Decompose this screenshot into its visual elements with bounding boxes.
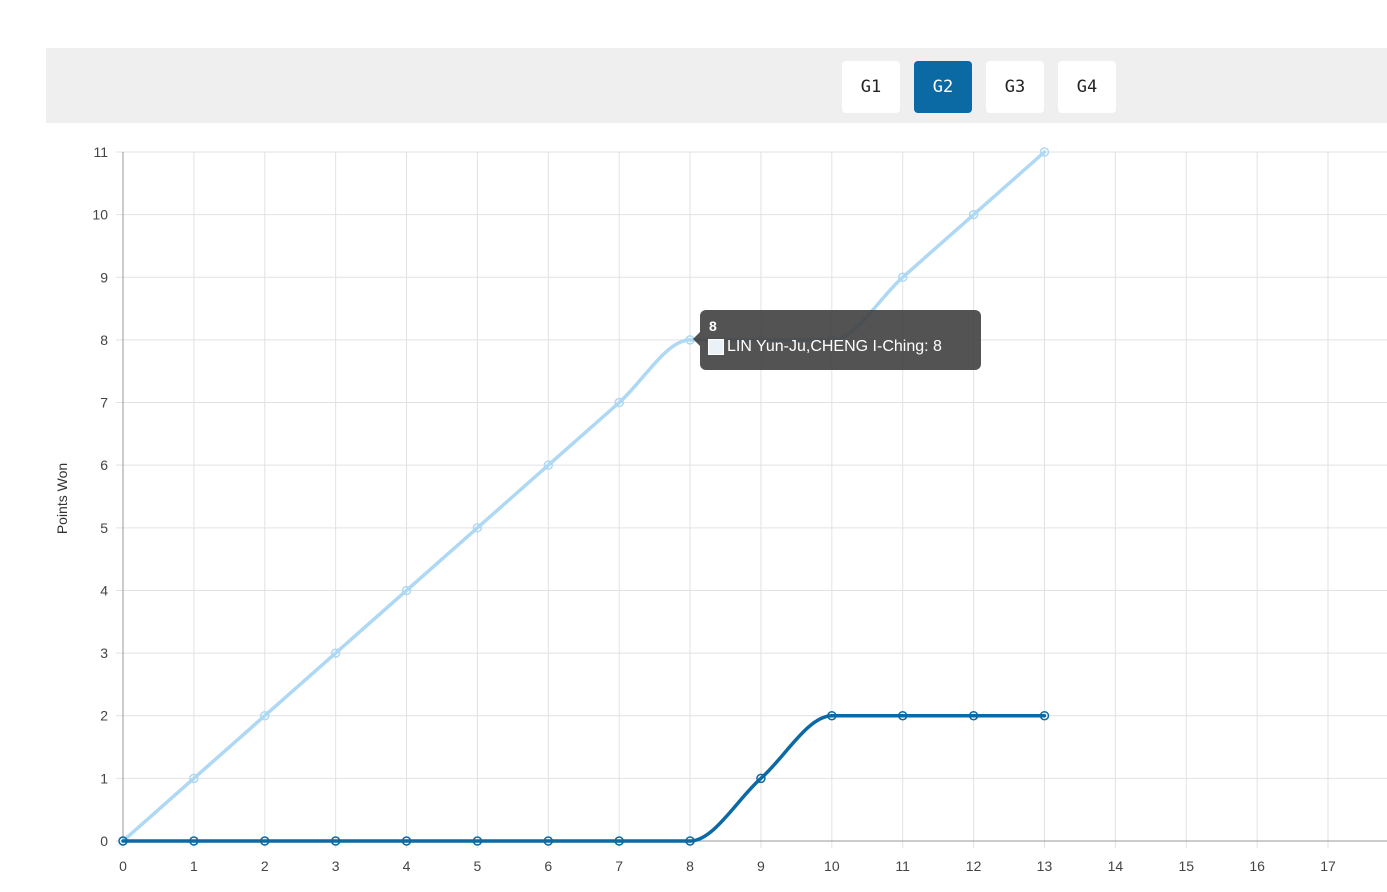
x-tick-label: 8 [686,858,694,874]
y-tick-label: 2 [100,708,108,724]
x-tick-label: 16 [1249,858,1265,874]
y-tick-label: 1 [100,770,108,786]
series-line-1 [121,150,1047,843]
y-tick-label: 7 [100,395,108,411]
y-tick-label: 5 [100,520,108,536]
tooltip-title: 8 [709,318,717,334]
y-axis-label: Points Won [54,463,70,534]
x-tick-label: 4 [403,858,411,874]
x-tick-label: 1 [190,858,198,874]
y-tick-label: 9 [100,269,108,285]
x-tick-label: 9 [757,858,765,874]
y-tick-label: 0 [100,833,108,849]
x-tick-label: 5 [474,858,482,874]
chart-tooltip: 8 LIN Yun-Ju,CHENG I-Ching: 8 [693,310,981,370]
tooltip-row: LIN Yun-Ju,CHENG I-Ching: 8 [708,337,972,357]
x-tick-label: 3 [332,858,340,874]
x-tick-label: 2 [261,858,269,874]
y-tick-label: 11 [93,144,108,160]
y-tick-label: 4 [100,582,108,598]
tooltip-label: LIN Yun-Ju,CHENG I-Ching: 8 [727,338,942,355]
x-tick-label: 13 [1037,858,1053,874]
x-tick-label: 14 [1108,858,1124,874]
x-tick-label: 15 [1178,858,1194,874]
x-tick-label: 0 [119,858,127,874]
y-tick-label: 6 [100,457,108,473]
y-tick-label: 10 [92,207,108,223]
y-tick-label: 8 [100,332,108,348]
x-tick-label: 17 [1320,858,1336,874]
x-tick-label: 6 [544,858,552,874]
x-tick-label: 10 [824,858,840,874]
tooltip-color-swatch [708,339,724,355]
x-tick-label: 7 [615,858,623,874]
x-tick-label: 12 [966,858,982,874]
points-won-chart: 0 1 2 3 4 5 6 7 8 9 10 11 12 13 14 15 16 1701234567891011… [54,144,1387,874]
x-tick-label: 11 [895,858,910,874]
y-tick-label: 3 [100,645,108,661]
